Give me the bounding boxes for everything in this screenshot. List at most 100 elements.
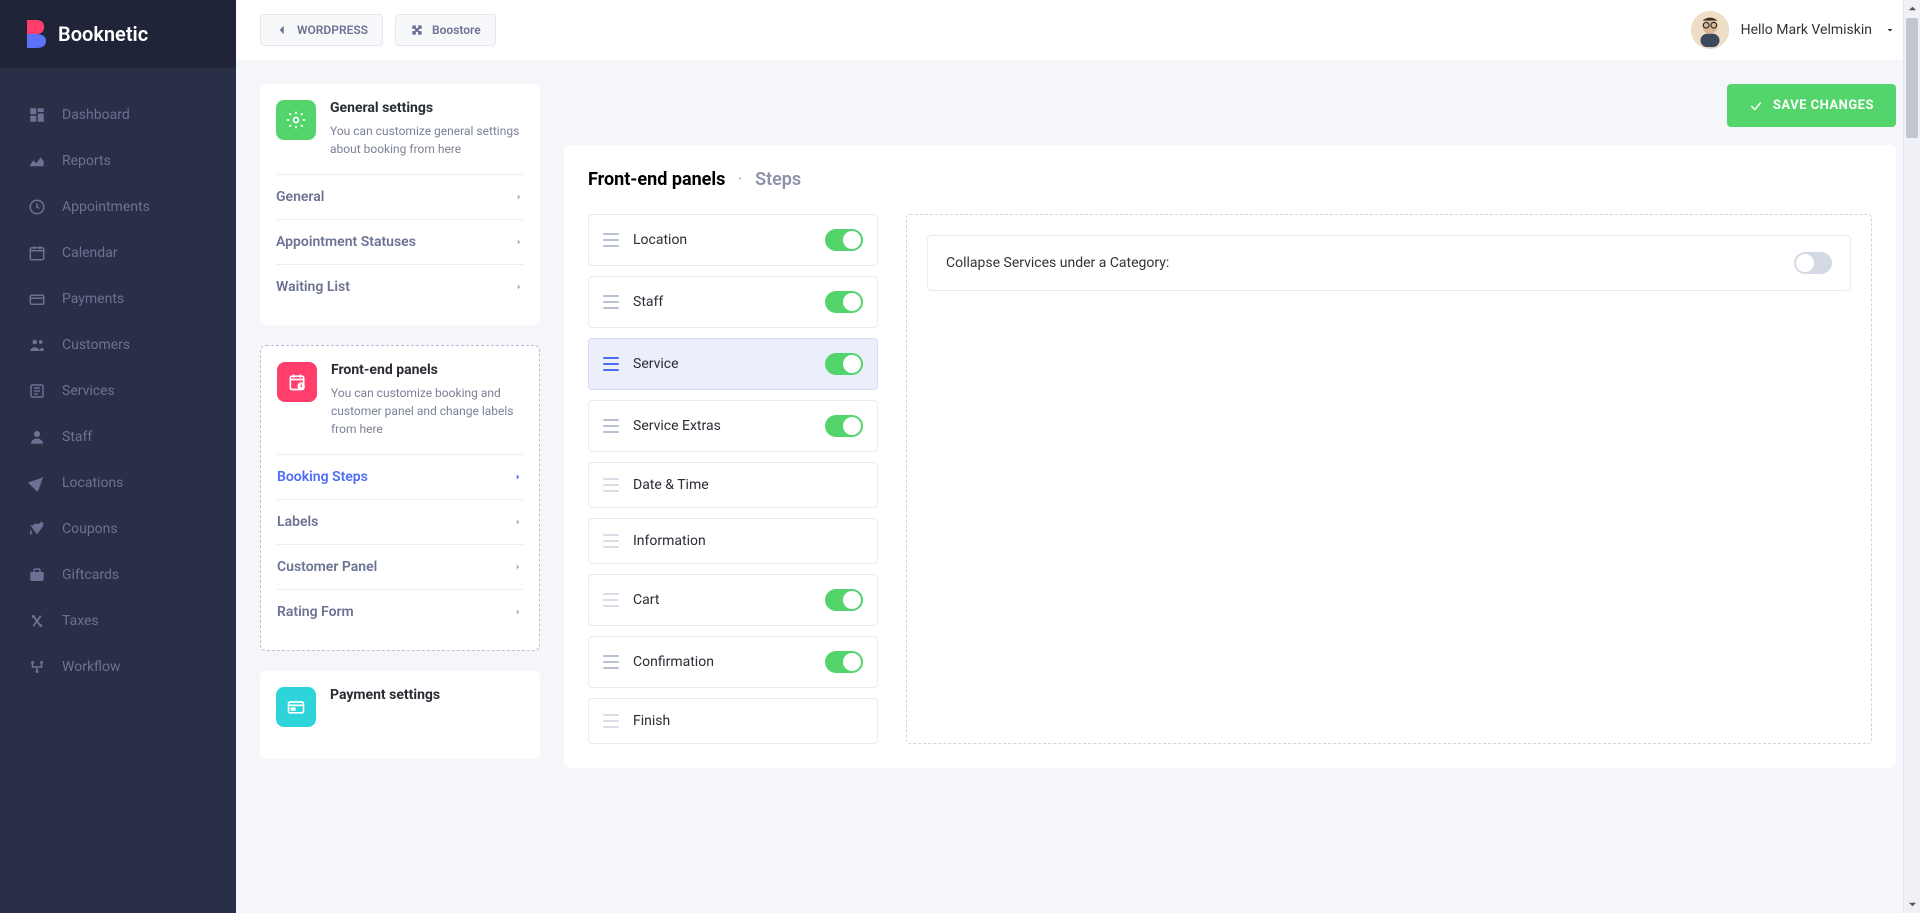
- step-item[interactable]: Staff: [588, 276, 878, 328]
- card-icon: [276, 687, 316, 727]
- scroll-down-icon[interactable]: [1904, 896, 1920, 913]
- check-icon: [1749, 99, 1763, 113]
- card-link[interactable]: Booking Steps: [277, 454, 523, 499]
- sidebar-item-reports[interactable]: Reports: [0, 138, 236, 184]
- drag-icon[interactable]: [603, 714, 619, 728]
- settings-card: General settings You can customize genera…: [260, 84, 540, 325]
- nav-icon: [28, 382, 46, 400]
- sidebar-item-dashboard[interactable]: Dashboard: [0, 92, 236, 138]
- sidebar-item-locations[interactable]: Locations: [0, 460, 236, 506]
- sidebar-item-workflow[interactable]: Workflow: [0, 644, 236, 690]
- step-label: Date & Time: [633, 477, 863, 493]
- step-label: Service Extras: [633, 418, 811, 434]
- boostore-button[interactable]: Boostore: [395, 14, 496, 46]
- scroll-thumb[interactable]: [1906, 18, 1918, 138]
- sidebar-item-taxes[interactable]: Taxes: [0, 598, 236, 644]
- nav-label: Customers: [62, 337, 130, 353]
- step-item[interactable]: Confirmation: [588, 636, 878, 688]
- sidebar-item-staff[interactable]: Staff: [0, 414, 236, 460]
- step-toggle[interactable]: [825, 229, 863, 251]
- step-item[interactable]: Date & Time: [588, 462, 878, 508]
- steps-list: Location Staff Service Service Extras Date &…: [588, 214, 878, 744]
- save-button[interactable]: SAVE CHANGES: [1727, 84, 1896, 127]
- nav-icon: [28, 106, 46, 124]
- sidebar-item-calendar[interactable]: Calendar: [0, 230, 236, 276]
- card-header: General settings You can customize genera…: [276, 100, 524, 174]
- step-label: Staff: [633, 294, 811, 310]
- card-link-label: Appointment Statuses: [276, 234, 416, 250]
- sidebar-item-giftcards[interactable]: Giftcards: [0, 552, 236, 598]
- topbar: WORDPRESS Boostore Hello Mark Velmiskin: [236, 0, 1920, 60]
- content: General settings You can customize genera…: [236, 60, 1920, 913]
- step-item[interactable]: Cart: [588, 574, 878, 626]
- nav-icon: [28, 336, 46, 354]
- step-toggle[interactable]: [825, 353, 863, 375]
- option-row: Collapse Services under a Category:: [927, 235, 1851, 291]
- chevron-right-icon: [513, 607, 523, 617]
- nav-icon: [28, 566, 46, 584]
- nav-icon: [28, 612, 46, 630]
- sidebar-item-customers[interactable]: Customers: [0, 322, 236, 368]
- card-link[interactable]: Customer Panel: [277, 544, 523, 589]
- scrollbar[interactable]: [1903, 0, 1920, 913]
- nav-label: Workflow: [62, 659, 121, 675]
- card-title: Front-end panels: [331, 362, 523, 378]
- settings-card: Front-end panels You can customize bookin…: [260, 345, 540, 651]
- step-toggle[interactable]: [825, 415, 863, 437]
- sidebar-item-coupons[interactable]: Coupons: [0, 506, 236, 552]
- nav-label: Payments: [62, 291, 124, 307]
- card-link[interactable]: General: [276, 174, 524, 219]
- card-link[interactable]: Rating Form: [277, 589, 523, 634]
- card-title: General settings: [330, 100, 524, 116]
- settings-column: General settings You can customize genera…: [260, 84, 540, 889]
- step-toggle[interactable]: [825, 291, 863, 313]
- boostore-label: Boostore: [432, 23, 481, 37]
- step-detail: Collapse Services under a Category:: [906, 214, 1872, 744]
- sidebar-item-services[interactable]: Services: [0, 368, 236, 414]
- drag-icon[interactable]: [603, 534, 619, 548]
- step-label: Information: [633, 533, 863, 549]
- drag-icon[interactable]: [603, 233, 619, 247]
- nav-icon: [28, 198, 46, 216]
- step-item[interactable]: Service: [588, 338, 878, 390]
- drag-icon[interactable]: [603, 478, 619, 492]
- drag-icon[interactable]: [603, 655, 619, 669]
- card-desc: You can customize booking and customer p…: [331, 384, 523, 438]
- drag-icon[interactable]: [603, 295, 619, 309]
- user-menu[interactable]: Hello Mark Velmiskin: [1691, 11, 1896, 49]
- step-toggle[interactable]: [825, 651, 863, 673]
- breadcrumb: Front-end panels · Steps: [588, 169, 1872, 190]
- scroll-up-icon[interactable]: [1904, 0, 1920, 17]
- drag-icon[interactable]: [603, 593, 619, 607]
- nav-label: Staff: [62, 429, 92, 445]
- sidebar-item-appointments[interactable]: Appointments: [0, 184, 236, 230]
- card-link-label: Labels: [277, 514, 318, 530]
- drag-icon[interactable]: [603, 357, 619, 371]
- sidebar-item-payments[interactable]: Payments: [0, 276, 236, 322]
- nav-icon: [28, 520, 46, 538]
- card-desc: You can customize general settings about…: [330, 122, 524, 158]
- nav-icon: [28, 244, 46, 262]
- card-link[interactable]: Waiting List: [276, 264, 524, 309]
- chevron-right-icon: [514, 192, 524, 202]
- collapse-toggle[interactable]: [1794, 252, 1832, 274]
- step-item[interactable]: Location: [588, 214, 878, 266]
- card-link[interactable]: Labels: [277, 499, 523, 544]
- panel: Front-end panels · Steps Location Staff Se…: [564, 145, 1896, 768]
- sidebar: Booknetic DashboardReportsAppointmentsCa…: [0, 0, 236, 913]
- chevron-right-icon: [513, 517, 523, 527]
- step-item[interactable]: Finish: [588, 698, 878, 744]
- step-item[interactable]: Service Extras: [588, 400, 878, 452]
- card-link[interactable]: Appointment Statuses: [276, 219, 524, 264]
- logo-area: Booknetic: [0, 0, 236, 68]
- wordpress-button[interactable]: WORDPRESS: [260, 14, 383, 46]
- avatar: [1691, 11, 1729, 49]
- step-toggle[interactable]: [825, 589, 863, 611]
- chevron-right-icon: [513, 562, 523, 572]
- step-item[interactable]: Information: [588, 518, 878, 564]
- card-header: Front-end panels You can customize bookin…: [277, 362, 523, 454]
- card-link-label: General: [276, 189, 324, 205]
- chevron-right-icon: [514, 237, 524, 247]
- drag-icon[interactable]: [603, 419, 619, 433]
- settings-card: Payment settings: [260, 671, 540, 759]
